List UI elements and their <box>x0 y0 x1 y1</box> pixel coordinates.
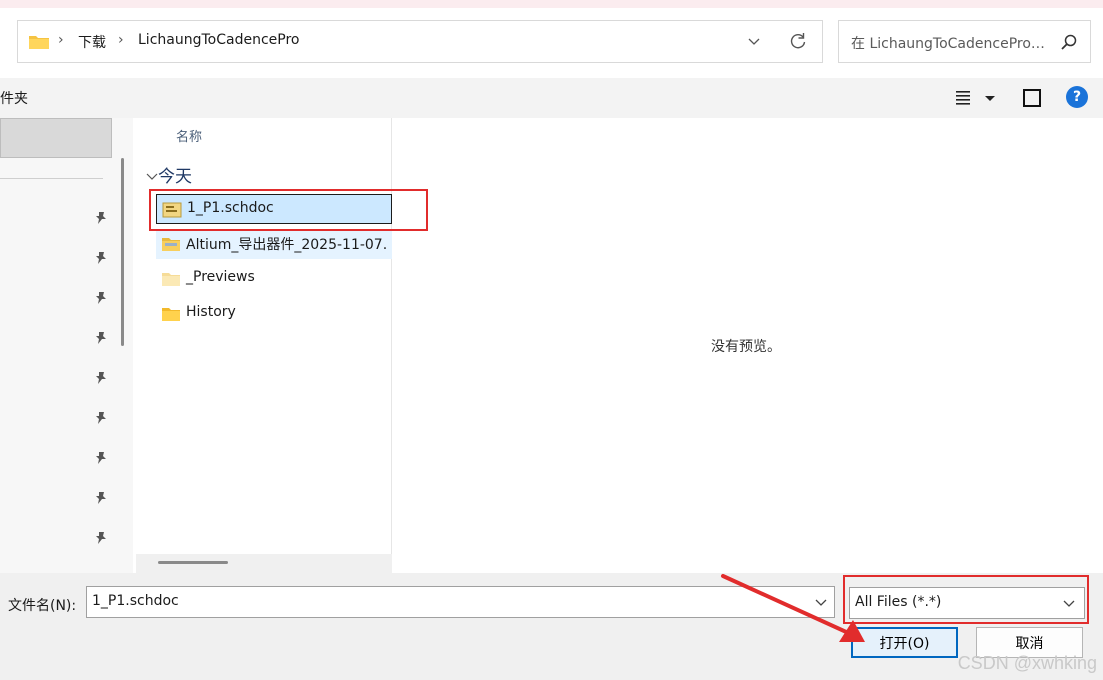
file-name: Altium_导出器件_2025-11-07. <box>186 237 388 253</box>
preview-pane-icon[interactable] <box>1021 87 1043 109</box>
pin-icon[interactable] <box>94 331 108 345</box>
column-header-name[interactable]: 名称 <box>176 126 202 145</box>
file-name: 1_P1.schdoc <box>187 200 274 216</box>
schdoc-file-icon <box>162 202 182 218</box>
watermark: CSDN @xwhking <box>957 653 1097 673</box>
breadcrumb-separator: › <box>118 32 124 48</box>
breadcrumb-downloads[interactable]: 下载 <box>78 32 106 52</box>
search-box[interactable]: 在 LichaungToCadencePro 中搜索 <box>838 20 1091 63</box>
group-label: 今天 <box>158 167 192 187</box>
breadcrumb-current-folder[interactable]: LichaungToCadencePro <box>138 32 299 48</box>
nav-divider <box>0 178 103 179</box>
chevron-down-icon[interactable] <box>746 33 762 49</box>
list-item-zip[interactable]: Altium_导出器件_2025-11-07. <box>156 229 392 259</box>
pin-icon[interactable] <box>94 211 108 225</box>
search-placeholder: 在 LichaungToCadencePro 中搜索 <box>851 36 1047 52</box>
chevron-down-icon[interactable] <box>146 167 158 187</box>
refresh-icon[interactable] <box>788 31 808 51</box>
preview-pane: 没有预览。 <box>393 118 1103 573</box>
pin-icon[interactable] <box>94 491 108 505</box>
no-preview-text: 没有预览。 <box>711 339 781 355</box>
folder-icon <box>162 308 180 321</box>
filetype-select[interactable]: All Files (*.*) <box>849 587 1085 619</box>
list-item-previews[interactable]: _Previews <box>156 264 392 294</box>
pin-icon[interactable] <box>94 291 108 305</box>
breadcrumb-separator: › <box>58 32 64 48</box>
filename-input[interactable]: 1_P1.schdoc <box>86 586 835 618</box>
toolbar: 件夹 ? <box>0 78 1103 118</box>
file-name: History <box>186 304 236 320</box>
view-options-icon[interactable] <box>954 88 998 108</box>
pin-icon[interactable] <box>94 251 108 265</box>
list-item-schdoc[interactable]: 1_P1.schdoc <box>156 194 392 224</box>
title-strip <box>0 0 1103 8</box>
help-icon[interactable]: ? <box>1066 86 1088 108</box>
filename-label: 文件名(N): <box>8 598 77 614</box>
chevron-down-icon[interactable] <box>1062 596 1076 610</box>
search-icon[interactable] <box>1060 33 1078 51</box>
pin-icon[interactable] <box>94 451 108 465</box>
nav-scrollbar[interactable] <box>121 158 124 346</box>
new-folder-button[interactable]: 件夹 <box>0 88 28 108</box>
folder-icon <box>29 36 49 49</box>
file-list: 名称 今天 1_P1.schdoc Altium_导出器件_2025-11-07… <box>136 118 392 573</box>
group-header-today[interactable]: 今天 <box>146 162 192 187</box>
filetype-value: All Files (*.*) <box>855 594 942 610</box>
zip-folder-icon <box>162 238 180 251</box>
open-button[interactable]: 打开(O) <box>851 627 958 658</box>
pin-icon[interactable] <box>94 371 108 385</box>
chevron-down-icon[interactable] <box>814 595 828 609</box>
pin-icon[interactable] <box>94 411 108 425</box>
horizontal-scrollbar-thumb[interactable] <box>158 561 228 564</box>
list-item-history[interactable]: History <box>156 299 392 329</box>
bottom-bar: 文件名(N): 1_P1.schdoc All Files (*.*) 打开(O… <box>0 573 1103 680</box>
file-name: _Previews <box>186 269 255 285</box>
nav-item-selected[interactable] <box>0 118 112 158</box>
navigation-pane <box>0 118 133 573</box>
address-bar[interactable]: › 下载 › LichaungToCadencePro <box>17 20 823 63</box>
folder-icon <box>162 273 180 286</box>
filename-value: 1_P1.schdoc <box>92 593 179 609</box>
pin-icon[interactable] <box>94 531 108 545</box>
